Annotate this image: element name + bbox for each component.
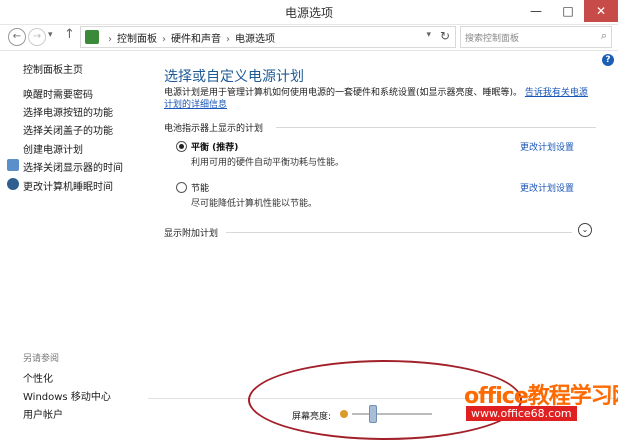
sidebar-item-require-password[interactable]: 唤醒时需要密码 [23,86,93,101]
shield-icon [7,159,19,171]
sidebar-item-control-panel-home[interactable]: 控制面板主页 [23,61,83,76]
group-divider [276,127,596,128]
balanced-change-settings-link[interactable]: 更改计划设置 [520,140,574,153]
search-icon[interactable]: ⌕ [601,29,607,43]
sidebar-item-power-button[interactable]: 选择电源按钮的功能 [23,104,113,119]
balanced-plan-radio[interactable] [176,141,187,152]
refresh-icon[interactable]: ↻ [440,29,450,43]
balanced-plan-name: 平衡 (推荐) [191,143,239,153]
title-bar: 电源选项 — □ ✕ [0,0,618,25]
breadcrumb-separator: › [108,34,112,45]
additional-plans-label[interactable]: 显示附加计划 [164,226,218,239]
page-title: 选择或自定义电源计划 [164,69,304,85]
power-saver-change-settings-link[interactable]: 更改计划设置 [520,181,574,194]
maximize-button[interactable]: □ [552,0,584,22]
sidebar-item-sleep-time[interactable]: 更改计算机睡眠时间 [23,178,113,193]
balanced-plan-desc: 利用可用的硬件自动平衡功耗与性能。 [191,158,345,168]
expand-chevron-icon[interactable]: ⌄ [578,223,592,237]
control-panel-icon [85,30,99,44]
sidebar-item-lid-close[interactable]: 选择关闭盖子的功能 [23,122,113,137]
see-also-mobility-center[interactable]: Windows 移动中心 [23,388,111,403]
sidebar-item-create-plan[interactable]: 创建电源计划 [23,141,83,156]
address-bar[interactable]: › 控制面板 › 硬件和声音 › 电源选项 ▾ ↻ [80,26,456,48]
search-box[interactable]: 搜索控制面板 ⌕ [460,26,612,48]
breadcrumb: › 控制面板 › 硬件和声音 › 电源选项 [103,30,275,45]
power-saver-plan-radio[interactable] [176,182,187,193]
description-text: 电源计划是用于管理计算机如何使用电源的一套硬件和系统设置(如显示器亮度、睡眠等)… [164,88,523,98]
recent-pages-dropdown-icon[interactable]: ▾ [48,30,53,40]
close-button[interactable]: ✕ [584,0,618,22]
breadcrumb-control-panel[interactable]: 控制面板 [117,34,157,45]
breadcrumb-separator[interactable]: › [226,34,230,45]
breadcrumb-hardware-sound[interactable]: 硬件和声音 [171,34,221,45]
search-input[interactable]: 搜索控制面板 [465,31,519,44]
power-saver-plan-name: 节能 [191,184,210,194]
watermark-url: www.office68.com [466,406,577,421]
power-saver-plan-desc: 尽可能降低计算机性能以节能。 [191,199,318,209]
battery-plans-group-label: 电池指示器上显示的计划 [164,124,264,134]
back-button[interactable]: ← [8,28,26,46]
address-dropdown-icon[interactable]: ▾ [426,30,431,40]
left-navigation-pane: 控制面板主页 唤醒时需要密码 选择电源按钮的功能 选择关闭盖子的功能 创建电源计… [0,51,148,432]
sidebar-item-display-off[interactable]: 选择关闭显示器的时间 [23,159,123,174]
navigation-bar: ← → ▾ ↑ › 控制面板 › 硬件和声音 › 电源选项 ▾ ↻ 搜索控制面板 ⌕ [0,24,618,51]
group-divider [226,232,572,233]
see-also-title: 另请参阅 [23,354,60,364]
page-description: 电源计划是用于管理计算机如何使用电源的一套硬件和系统设置(如显示器亮度、睡眠等)… [164,87,594,111]
see-also-personalization[interactable]: 个性化 [23,370,53,385]
breadcrumb-separator[interactable]: › [162,34,166,45]
moon-icon [7,178,19,190]
minimize-button[interactable]: — [520,0,552,22]
breadcrumb-power-options[interactable]: 电源选项 [235,34,275,45]
see-also-user-accounts[interactable]: 用户帐户 [23,406,63,421]
up-button[interactable]: ↑ [64,27,75,42]
forward-button[interactable]: → [28,28,46,46]
